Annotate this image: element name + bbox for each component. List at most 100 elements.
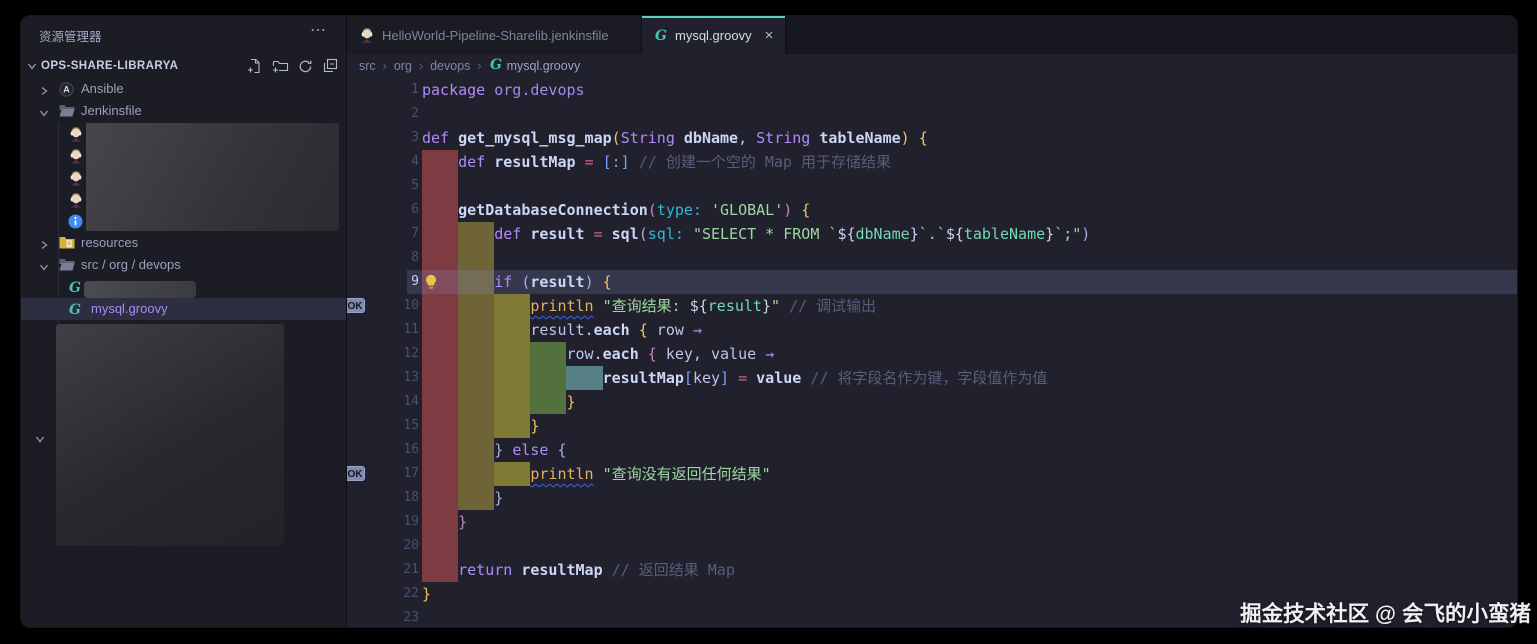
groovy-icon: G	[489, 57, 503, 75]
folder-resources-icon	[59, 236, 75, 252]
line-number: 16	[403, 442, 419, 457]
code-line[interactable]: def result = sql(sql: "SELECT * FROM `${…	[422, 222, 1090, 246]
line-number: 6	[411, 202, 419, 217]
folder-open-icon	[59, 258, 75, 274]
line-number: 19	[403, 514, 419, 529]
code-line[interactable]: }	[422, 414, 539, 438]
tree-item-resources[interactable]: resources	[21, 232, 346, 254]
code-line[interactable]: def get_mysql_msg_map(String dbName, Str…	[422, 126, 928, 150]
line-number: 12	[403, 346, 419, 361]
code-line[interactable]: getDatabaseConnection(type: 'GLOBAL') {	[422, 198, 810, 222]
tree-item-src-org-devops[interactable]: src / org / devops	[21, 254, 346, 276]
tree-item-label: Ansible	[81, 81, 124, 96]
breadcrumb-label: devops	[430, 59, 471, 73]
breadcrumb-item-devops[interactable]: devops	[430, 59, 470, 73]
collapse-all-icon[interactable]	[322, 58, 338, 74]
jenkins-avatar-icon	[68, 192, 84, 211]
chevron-down-icon	[39, 260, 49, 275]
breadcrumb-separator: ›	[477, 59, 482, 73]
tree-item-ansible[interactable]: A Ansible	[21, 78, 346, 100]
line-number: 11	[403, 322, 419, 337]
info-icon	[68, 214, 83, 232]
svg-text:G: G	[69, 302, 81, 317]
groovy-icon: G	[68, 280, 82, 298]
code-line[interactable]: }	[422, 510, 467, 534]
lightbulb-icon[interactable]	[423, 274, 439, 294]
screenshot-root: 资源管理器 ⋯ OPS-SHARE-LIBRARYA A Ansible Jenki…	[0, 0, 1537, 644]
breadcrumb-separator: ›	[418, 59, 424, 73]
project-section-label: OPS-SHARE-LIBRARYA	[41, 60, 179, 72]
ok-gutter-badge: OK	[347, 466, 365, 481]
tab-bar: HelloWorld-Pipeline-Sharelib.jenkinsfile…	[347, 16, 1517, 54]
chevron-down-icon	[27, 61, 37, 71]
code-line[interactable]: println "查询没有返回任何结果"	[422, 462, 770, 486]
line-number: 15	[403, 418, 419, 433]
code-line[interactable]: row.each { key, value →	[422, 342, 775, 366]
section-action-icons	[247, 58, 338, 74]
project-section-header[interactable]: OPS-SHARE-LIBRARYA	[21, 54, 346, 78]
more-actions-icon[interactable]: ⋯	[310, 20, 328, 40]
ansible-icon: A	[59, 82, 74, 100]
refresh-icon[interactable]	[298, 59, 313, 74]
code-line[interactable]: }	[422, 390, 576, 414]
svg-text:G: G	[69, 280, 81, 295]
breadcrumb-label: mysql.groovy	[506, 59, 581, 73]
jenkins-avatar-icon	[68, 170, 84, 189]
new-file-icon[interactable]	[247, 58, 263, 74]
explorer-header: 资源管理器 ⋯	[21, 16, 346, 54]
code-editor[interactable]: 1 package org.devops 2 3 def get_mysql_msg_m…	[347, 78, 1517, 627]
code-line[interactable]: println "查询结果: ${result}" // 调试输出	[422, 294, 876, 318]
code-line[interactable]: }	[422, 486, 503, 510]
redacted-filename	[84, 281, 196, 298]
code-line[interactable]: result.each { row →	[422, 318, 702, 342]
tree-item-jenkinsfile[interactable]: Jenkinsfile	[21, 100, 346, 122]
svg-text:G: G	[490, 57, 502, 72]
groovy-icon: G	[68, 302, 82, 320]
breadcrumb-label: src	[359, 59, 376, 73]
breadcrumb-item-src[interactable]: src	[359, 59, 376, 73]
folder-open-icon	[59, 104, 75, 120]
line-number: 2	[411, 106, 419, 121]
jenkins-avatar-icon	[359, 27, 375, 43]
tree-item-label: src / org / devops	[81, 257, 181, 272]
redacted-region	[56, 324, 284, 546]
code-line[interactable]: if (result) {	[422, 270, 611, 294]
line-number: 1	[411, 82, 419, 97]
line-number: 9	[411, 274, 419, 289]
chevron-down-icon[interactable]	[35, 431, 45, 449]
svg-text:G: G	[655, 28, 667, 43]
tab-mysql.groovy[interactable]: Gmysql.groovy ×	[642, 16, 787, 54]
line-number: 7	[411, 226, 419, 241]
watermark: 掘金技术社区 @ 会飞的小蛮猪	[1240, 602, 1531, 626]
breadcrumb-item-mysql.groovy[interactable]: Gmysql.groovy	[489, 57, 581, 75]
new-folder-icon[interactable]	[272, 58, 289, 74]
tab-helloworld-pipeline-sharelib.jenkinsfile[interactable]: HelloWorld-Pipeline-Sharelib.jenkinsfile	[347, 16, 642, 54]
code-line[interactable]: def resultMap = [:] // 创建一个空的 Map 用于存储结果	[422, 150, 891, 174]
groovy-icon: G	[654, 28, 668, 43]
vscode-window: 资源管理器 ⋯ OPS-SHARE-LIBRARYA A Ansible Jenki…	[20, 15, 1518, 628]
line-number: 23	[403, 610, 419, 625]
breadcrumb-label: org	[393, 59, 412, 73]
chevron-right-icon	[39, 238, 49, 253]
breadcrumb-item-org[interactable]: org	[394, 59, 412, 73]
code-line[interactable]: package org.devops	[422, 78, 585, 102]
jenkins-avatar-icon	[68, 148, 84, 167]
code-line[interactable]: } else {	[422, 438, 566, 462]
explorer-title: 资源管理器	[39, 29, 102, 44]
line-number: 20	[403, 538, 419, 553]
breadcrumb-separator: ›	[382, 59, 387, 73]
line-number: 21	[403, 562, 419, 577]
tab-label: mysql.groovy	[675, 27, 752, 43]
code-line[interactable]: return resultMap // 返回结果 Map	[422, 558, 735, 582]
ok-gutter-badge: OK	[347, 298, 365, 313]
tab-close-icon[interactable]: ×	[765, 27, 774, 44]
line-number: 18	[403, 490, 419, 505]
line-number: 14	[403, 394, 419, 409]
explorer-sidebar: 资源管理器 ⋯ OPS-SHARE-LIBRARYA A Ansible Jenki…	[21, 16, 347, 627]
tree-item-mysql.groovy[interactable]: Gmysql.groovy	[21, 298, 346, 320]
code-line[interactable]: }	[422, 582, 431, 606]
tree-item-label: resources	[81, 235, 139, 250]
chevron-down-icon	[39, 106, 49, 121]
line-number: 4	[411, 154, 419, 169]
code-line[interactable]: resultMap[key] = value // 将字段名作为键，字段值作为值	[422, 366, 1048, 390]
